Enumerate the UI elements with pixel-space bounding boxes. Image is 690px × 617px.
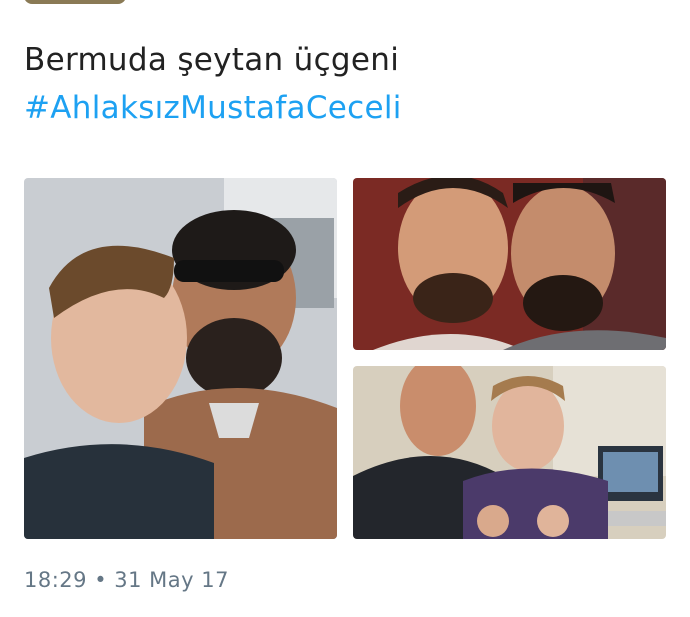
media-grid <box>0 0 690 617</box>
tweet-timestamp: 18:29 • 31 May 17 <box>24 568 229 592</box>
media-photo-2[interactable] <box>353 178 666 350</box>
media-photo-1[interactable] <box>24 178 337 539</box>
media-photo-3[interactable] <box>353 366 666 539</box>
